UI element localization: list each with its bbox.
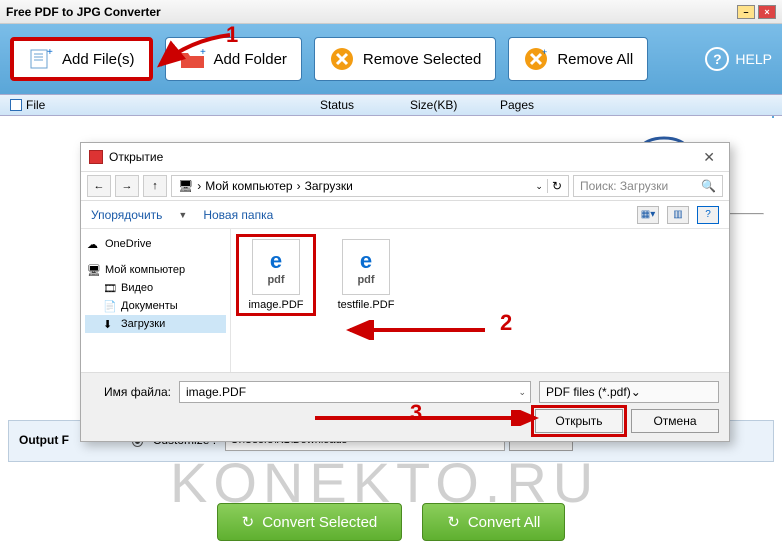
svg-text:+: +: [200, 47, 206, 58]
col-pages: Pages: [500, 98, 560, 112]
remove-selected-label: Remove Selected: [363, 51, 481, 68]
dialog-file-pane: epdf image.PDF epdf testfile.PDF: [231, 229, 729, 372]
help-icon: ?: [705, 47, 729, 71]
svg-text:+: +: [542, 47, 547, 57]
file-item-selected[interactable]: epdf image.PDF: [241, 239, 311, 311]
preview-pane-button[interactable]: ▥: [667, 206, 689, 224]
window-titlebar: Free PDF to JPG Converter – ×: [0, 0, 782, 24]
remove-all-icon: +: [523, 46, 549, 72]
nav-up-button[interactable]: ↑: [143, 175, 167, 197]
filename-input[interactable]: image.PDF⌄: [179, 381, 531, 403]
minimize-button[interactable]: –: [737, 5, 755, 19]
dialog-close-button[interactable]: ✕: [697, 149, 721, 166]
add-files-label: Add File(s): [62, 51, 135, 68]
dialog-title: Открытие: [109, 150, 163, 164]
search-icon: 🔍: [701, 179, 716, 193]
select-all-checkbox[interactable]: [10, 99, 22, 111]
app-icon: [89, 150, 103, 164]
search-placeholder: Поиск: Загрузки: [580, 179, 668, 193]
pc-icon: 🖥: [178, 179, 193, 193]
filename-label: Имя файла:: [91, 385, 171, 399]
convert-row: ↻ Convert Selected ↻ Convert All: [0, 503, 782, 541]
file-plus-icon: +: [28, 46, 54, 72]
refresh-icon: ↻: [242, 513, 255, 531]
convert-selected-label: Convert Selected: [262, 514, 377, 531]
add-folder-label: Add Folder: [214, 51, 287, 68]
crumb-mycomputer[interactable]: Мой компьютер: [205, 179, 292, 193]
file-name: testfile.PDF: [331, 299, 401, 311]
dialog-help-button[interactable]: ?: [697, 206, 719, 224]
dialog-search-input[interactable]: Поиск: Загрузки 🔍: [573, 175, 723, 197]
crumb-downloads[interactable]: Загрузки: [305, 179, 353, 193]
tree-documents[interactable]: 📄Документы: [85, 297, 226, 315]
view-mode-button[interactable]: ▦▾: [637, 206, 659, 224]
dialog-nav: ← → ↑ 🖥 › Мой компьютер › Загрузки ⌄ ↻ П…: [81, 171, 729, 201]
convert-selected-button[interactable]: ↻ Convert Selected: [217, 503, 403, 541]
folder-plus-icon: +: [180, 46, 206, 72]
remove-all-button[interactable]: + Remove All: [508, 37, 648, 81]
tree-onedrive[interactable]: ☁OneDrive: [85, 235, 226, 253]
col-file: File: [26, 98, 45, 112]
file-list-header: File Status Size(KB) Pages: [0, 94, 782, 116]
documents-icon: 📄: [103, 300, 117, 312]
col-status: Status: [320, 98, 410, 112]
tree-mycomputer[interactable]: 🖥Мой компьютер: [85, 261, 226, 279]
cloud-icon: ☁: [87, 238, 101, 250]
open-file-dialog: Открытие ✕ ← → ↑ 🖥 › Мой компьютер › Заг…: [80, 142, 730, 442]
breadcrumb[interactable]: 🖥 › Мой компьютер › Загрузки ⌄ ↻: [171, 175, 569, 197]
convert-all-button[interactable]: ↻ Convert All: [422, 503, 565, 541]
pc-icon: 🖥: [87, 264, 101, 276]
convert-all-label: Convert All: [468, 514, 541, 531]
pdf-file-icon: epdf: [342, 239, 390, 295]
nav-forward-button[interactable]: →: [115, 175, 139, 197]
organize-menu[interactable]: Упорядочить: [91, 208, 162, 222]
open-button[interactable]: Открыть: [535, 409, 623, 433]
remove-icon: [329, 46, 355, 72]
window-title: Free PDF to JPG Converter: [6, 5, 161, 19]
cancel-button[interactable]: Отмена: [631, 409, 719, 433]
svg-text:+: +: [47, 47, 53, 58]
dialog-toolbar: Упорядочить ▼ Новая папка ▦▾ ▥ ?: [81, 201, 729, 229]
help-link[interactable]: ? HELP: [705, 47, 772, 71]
main-toolbar: + Add File(s) + Add Folder Remove Select…: [0, 24, 782, 94]
close-button[interactable]: ×: [758, 5, 776, 19]
filetype-select[interactable]: PDF files (*.pdf)⌄: [539, 381, 719, 403]
new-folder-button[interactable]: Новая папка: [203, 208, 273, 222]
dialog-bottom: Имя файла: image.PDF⌄ PDF files (*.pdf)⌄…: [81, 372, 729, 441]
nav-back-button[interactable]: ←: [87, 175, 111, 197]
add-folder-button[interactable]: + Add Folder: [165, 37, 302, 81]
refresh-icon: ↻: [447, 513, 460, 531]
remove-selected-button[interactable]: Remove Selected: [314, 37, 496, 81]
downloads-icon: ⬇: [103, 318, 117, 330]
dialog-tree: ☁OneDrive 🖥Мой компьютер 🎞Видео 📄Докумен…: [81, 229, 231, 372]
tree-downloads[interactable]: ⬇Загрузки: [85, 315, 226, 333]
col-size: Size(KB): [410, 98, 500, 112]
file-name: image.PDF: [241, 299, 311, 311]
video-icon: 🎞: [103, 282, 117, 294]
tree-video[interactable]: 🎞Видео: [85, 279, 226, 297]
add-files-button[interactable]: + Add File(s): [10, 37, 153, 81]
help-label: HELP: [735, 51, 772, 67]
pdf-file-icon: epdf: [252, 239, 300, 295]
file-item[interactable]: epdf testfile.PDF: [331, 239, 401, 311]
remove-all-label: Remove All: [557, 51, 633, 68]
dialog-titlebar: Открытие ✕: [81, 143, 729, 171]
